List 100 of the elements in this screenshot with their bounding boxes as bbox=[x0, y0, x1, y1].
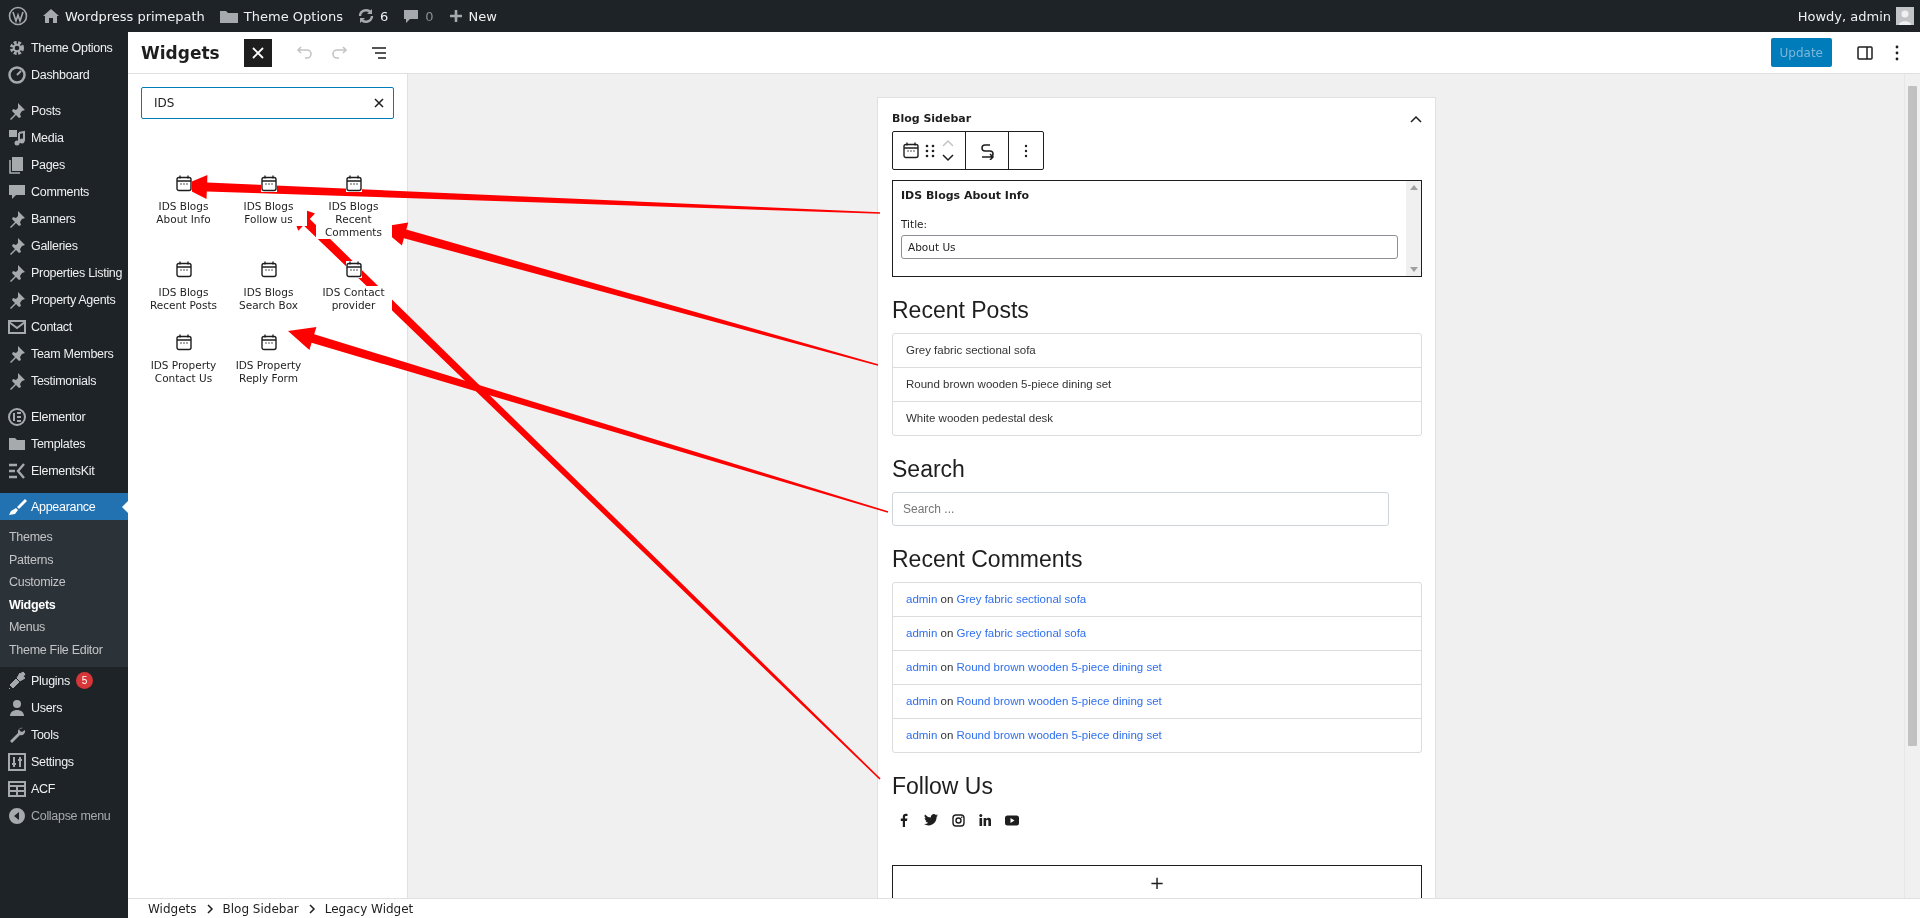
calendar-icon[interactable] bbox=[175, 334, 192, 351]
new-link[interactable]: New bbox=[468, 8, 497, 24]
sidebar-menu-item[interactable]: Comments bbox=[0, 178, 128, 205]
calendar-icon[interactable] bbox=[260, 175, 277, 192]
title-input-field[interactable]: About Us bbox=[901, 235, 1398, 259]
collapse-icon[interactable] bbox=[7, 805, 27, 826]
sidebar-menu-item[interactable]: Tools bbox=[0, 721, 128, 748]
post-link[interactable]: Round brown wooden 5-piece dining set bbox=[956, 661, 1162, 673]
menu-label: Users bbox=[31, 700, 63, 715]
collapse-menu-button[interactable]: Collapse menu bbox=[31, 808, 111, 823]
sidebar-menu-item[interactable]: Settings bbox=[0, 748, 128, 775]
wordpress-logo-icon[interactable] bbox=[8, 6, 28, 26]
breadcrumb-link[interactable]: Blog Sidebar bbox=[222, 901, 299, 916]
facebook-icon[interactable] bbox=[900, 813, 908, 827]
sidebar-menu-item[interactable]: Media bbox=[0, 124, 128, 151]
post-link[interactable]: Round brown wooden 5-piece dining set bbox=[893, 367, 1421, 401]
sidebar-menu-item[interactable]: Elementor bbox=[0, 403, 128, 430]
updates-count[interactable]: 6 bbox=[379, 8, 389, 24]
sidebar-menu-item[interactable]: Property Agents bbox=[0, 286, 128, 313]
menu-label: Comments bbox=[31, 184, 90, 199]
sidebar-menu-item[interactable]: Properties Listing bbox=[0, 259, 128, 286]
post-link[interactable]: Grey fabric sectional sofa bbox=[893, 334, 1421, 367]
menu-label: Properties Listing bbox=[31, 265, 123, 280]
submenu-item[interactable]: Patterns bbox=[0, 548, 128, 571]
move-up-down-icon[interactable] bbox=[941, 138, 955, 163]
author-link[interactable]: admin bbox=[906, 695, 938, 707]
site-name-link[interactable]: Wordpress primepath bbox=[65, 8, 205, 24]
linkedin-icon[interactable] bbox=[979, 814, 991, 826]
instagram-icon[interactable] bbox=[952, 813, 965, 827]
sidebar-menu-item[interactable]: Dashboard bbox=[0, 61, 128, 88]
sidebar-menu-item[interactable]: Team Members bbox=[0, 340, 128, 367]
sidebar-menu-item[interactable]: Theme Options bbox=[0, 34, 128, 61]
sidebar-menu-item[interactable]: ACF bbox=[0, 775, 128, 802]
chevron-up-icon[interactable] bbox=[1410, 114, 1422, 123]
comments-count[interactable]: 0 bbox=[425, 8, 434, 24]
author-link[interactable]: admin bbox=[906, 627, 938, 639]
plug-icon bbox=[7, 670, 27, 691]
menu-label: Plugins bbox=[31, 673, 70, 688]
sidebar-menu-item[interactable]: Pages bbox=[0, 151, 128, 178]
calendar-icon[interactable] bbox=[260, 261, 277, 278]
author-link[interactable]: admin bbox=[906, 729, 938, 741]
calendar-icon[interactable] bbox=[345, 261, 362, 278]
drag-handle-icon[interactable] bbox=[925, 143, 935, 158]
media-icon bbox=[7, 127, 27, 148]
sidebar-menu-item[interactable]: Users bbox=[0, 694, 128, 721]
plus-icon[interactable] bbox=[447, 8, 464, 24]
post-link[interactable]: Grey fabric sectional sofa bbox=[956, 593, 1087, 605]
menu-label: Property Agents bbox=[31, 292, 116, 307]
sidebar-menu-item[interactable]: Appearance bbox=[0, 493, 128, 520]
submenu-item[interactable]: Themes bbox=[0, 526, 128, 549]
menu-label: Dashboard bbox=[31, 67, 90, 82]
author-link[interactable]: admin bbox=[906, 593, 938, 605]
submenu-item[interactable]: Widgets bbox=[0, 593, 128, 616]
sidebar-menu-item[interactable]: Banners bbox=[0, 205, 128, 232]
clear-search-icon[interactable] bbox=[374, 98, 384, 108]
sliders-icon bbox=[7, 751, 27, 772]
calendar-icon[interactable] bbox=[345, 175, 362, 192]
calendar-icon[interactable] bbox=[175, 261, 192, 278]
sidebar-menu-item[interactable]: Galleries bbox=[0, 232, 128, 259]
sidebar-menu-item[interactable]: Plugins 5 bbox=[0, 667, 128, 694]
home-icon[interactable] bbox=[42, 7, 60, 25]
post-link[interactable]: Grey fabric sectional sofa bbox=[956, 627, 1087, 639]
submenu-item[interactable]: Customize bbox=[0, 571, 128, 594]
calendar-icon[interactable] bbox=[260, 334, 277, 351]
add-block-button[interactable]: + bbox=[892, 865, 1422, 898]
menu-label: Pages bbox=[31, 157, 65, 172]
transform-icon[interactable] bbox=[978, 141, 996, 160]
twitter-icon[interactable] bbox=[924, 814, 938, 826]
sidebar-menu-item[interactable]: Posts bbox=[0, 97, 128, 124]
greeting-link[interactable]: Howdy, admin bbox=[1797, 8, 1891, 24]
block-inserter-toggle[interactable] bbox=[243, 38, 272, 67]
widget-heading: Search bbox=[892, 456, 966, 483]
sidebar-menu-item[interactable]: Contact bbox=[0, 313, 128, 340]
post-link[interactable]: White wooden pedestal desk bbox=[893, 401, 1421, 435]
breadcrumb-link[interactable]: Legacy Widget bbox=[324, 901, 414, 916]
post-link[interactable]: Round brown wooden 5-piece dining set bbox=[956, 695, 1162, 707]
sidebar-menu-item[interactable]: Templates bbox=[0, 430, 128, 457]
chevron-right-icon bbox=[205, 903, 214, 914]
block-label[interactable]: IDS Blogs Recent Comments bbox=[315, 200, 392, 239]
calendar-icon[interactable] bbox=[903, 142, 919, 159]
menu-label: ACF bbox=[31, 781, 56, 796]
more-options-icon[interactable] bbox=[1023, 143, 1029, 158]
post-link[interactable]: Round brown wooden 5-piece dining set bbox=[956, 729, 1162, 741]
widget-area-title[interactable]: Blog Sidebar bbox=[892, 112, 972, 125]
sidebar-menu-item[interactable]: Testimonials bbox=[0, 367, 128, 394]
comment-icon[interactable] bbox=[402, 7, 421, 25]
breadcrumb-link[interactable]: Widgets bbox=[148, 901, 197, 916]
update-count-badge: 5 bbox=[75, 672, 93, 689]
theme-options-link[interactable]: Theme Options bbox=[243, 8, 343, 24]
submenu-item[interactable]: Theme File Editor bbox=[0, 638, 128, 661]
block-search-field[interactable]: IDS bbox=[141, 87, 394, 119]
scrollbar[interactable] bbox=[1904, 74, 1920, 898]
comment-entry: admin on Grey fabric sectional sofa bbox=[905, 592, 1088, 607]
refresh-icon[interactable] bbox=[356, 7, 375, 25]
youtube-icon[interactable] bbox=[1005, 814, 1019, 826]
calendar-icon[interactable] bbox=[175, 175, 192, 192]
sidebar-menu-item[interactable]: ElementsKit bbox=[0, 457, 128, 484]
author-link[interactable]: admin bbox=[906, 661, 938, 673]
search-field[interactable]: Search ... bbox=[892, 492, 1389, 526]
submenu-item[interactable]: Menus bbox=[0, 616, 128, 639]
